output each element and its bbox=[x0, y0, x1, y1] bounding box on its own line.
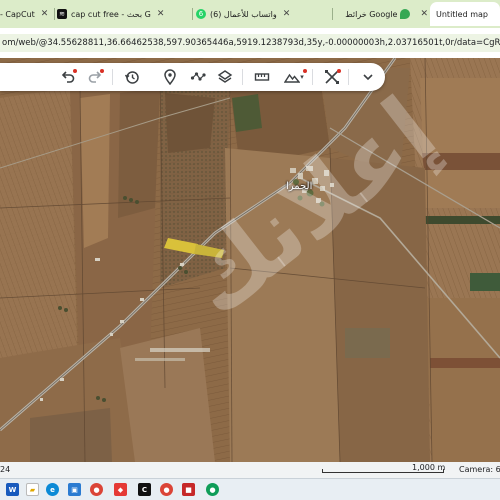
address-bar-area: om/web/@34.55628811,36.66462538,597.9036… bbox=[0, 28, 500, 58]
chrome-profile-2-icon[interactable]: ● bbox=[206, 483, 219, 496]
taskbar: W ▰ e ▣ ● ◆ C ● ■ ● bbox=[0, 478, 500, 500]
close-icon[interactable]: ✕ bbox=[420, 9, 428, 19]
tab-label: - CapCut bbox=[0, 9, 35, 19]
placemark-icon bbox=[164, 69, 176, 85]
layers-button[interactable] bbox=[215, 67, 235, 87]
undo-button[interactable] bbox=[58, 67, 78, 87]
chevron-down-icon: ▾ bbox=[300, 73, 304, 81]
capcut-icon[interactable]: C bbox=[138, 483, 151, 496]
app-icon[interactable]: ■ bbox=[182, 483, 195, 496]
close-icon[interactable]: ✕ bbox=[283, 9, 291, 19]
add-placemark-button[interactable] bbox=[160, 67, 180, 87]
tab-label: خرائط Google bbox=[345, 9, 398, 19]
tab-label: cap cut free - بحث G bbox=[71, 9, 151, 19]
url-field[interactable]: om/web/@34.55628811,36.66462538,597.9036… bbox=[0, 34, 500, 52]
tab-untitled-map[interactable]: Untitled map bbox=[430, 2, 500, 26]
image-overlay-icon bbox=[284, 73, 301, 83]
chevron-down-icon bbox=[363, 74, 373, 81]
history-icon bbox=[124, 71, 139, 84]
redo-button[interactable] bbox=[85, 67, 105, 87]
tab-capcut[interactable]: - CapCut ✕ bbox=[0, 2, 52, 26]
tab-whatsapp-business[interactable]: 6 (6) واتساب للأعمال ✕ bbox=[196, 2, 328, 26]
chrome-icon[interactable]: ● bbox=[90, 483, 103, 496]
close-icon[interactable]: ✕ bbox=[41, 9, 49, 19]
map-toolbar: ▾ bbox=[0, 63, 385, 91]
google-maps-icon bbox=[400, 9, 411, 19]
status-left-text: 24 bbox=[0, 465, 11, 474]
status-bar: 24 1,000 m Camera: 6, bbox=[0, 462, 500, 478]
word-icon[interactable]: W bbox=[6, 483, 19, 496]
tab-label: Untitled map bbox=[436, 9, 488, 19]
browser-tab-strip: - CapCut ✕ ≋ cap cut free - بحث G ✕ 6 (6… bbox=[0, 0, 500, 28]
more-tools-button[interactable] bbox=[358, 67, 378, 87]
draw-path-button[interactable] bbox=[188, 67, 208, 87]
ruler-button[interactable] bbox=[252, 67, 272, 87]
tab-google-maps[interactable]: خرائط Google ✕ bbox=[338, 2, 428, 26]
tab-label: (6) واتساب للأعمال bbox=[210, 9, 277, 19]
history-button[interactable] bbox=[122, 67, 142, 87]
image-overlay-button[interactable]: ▾ bbox=[280, 67, 308, 87]
ruler-icon bbox=[254, 73, 270, 81]
chrome-profile-icon[interactable]: ● bbox=[160, 483, 173, 496]
edge-icon[interactable]: e bbox=[46, 483, 59, 496]
layers-icon bbox=[217, 70, 233, 83]
tab-capcut-search[interactable]: ≋ cap cut free - بحث G ✕ bbox=[57, 2, 187, 26]
photos-icon[interactable]: ▣ bbox=[68, 483, 81, 496]
capcut-icon: ≋ bbox=[57, 9, 67, 19]
measure-tools-button[interactable] bbox=[322, 67, 342, 87]
anydesk-icon[interactable]: ◆ bbox=[114, 483, 127, 496]
camera-readout: Camera: 6, bbox=[459, 465, 500, 474]
close-icon[interactable]: ✕ bbox=[157, 9, 165, 19]
whatsapp-icon: 6 bbox=[196, 9, 206, 19]
path-icon bbox=[190, 72, 206, 81]
scale-label: 1,000 m bbox=[412, 463, 446, 472]
file-explorer-icon[interactable]: ▰ bbox=[26, 483, 39, 496]
satellite-map[interactable]: الحمرا إعلانك bbox=[0, 58, 500, 462]
